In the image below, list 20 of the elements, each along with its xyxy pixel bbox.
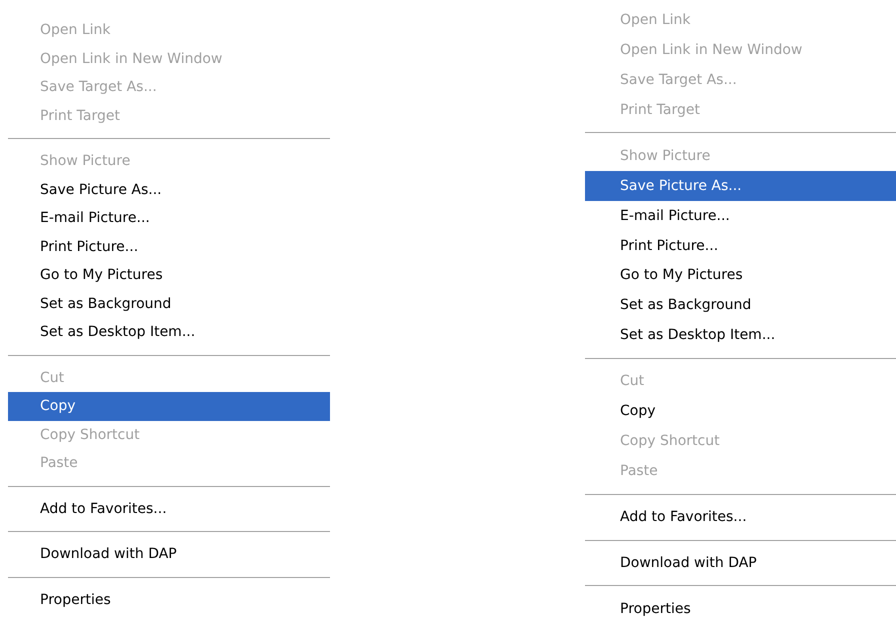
menu-item[interactable]: Set as Background	[585, 290, 896, 320]
menu-item[interactable]: Add to Favorites...	[8, 494, 330, 523]
menu-item[interactable]: Properties	[8, 586, 330, 614]
menu-item[interactable]: Set as Desktop Item...	[585, 320, 896, 350]
menu-item[interactable]: Set as Desktop Item...	[8, 318, 330, 346]
menu-item[interactable]: Go to My Pictures	[585, 260, 896, 290]
menu-item[interactable]: Properties	[585, 594, 896, 624]
menu-item[interactable]: E-mail Picture...	[8, 204, 330, 232]
menu-item[interactable]: Add to Favorites...	[585, 502, 896, 532]
menu-item[interactable]: E-mail Picture...	[585, 200, 896, 231]
menu-item[interactable]: Copy	[8, 392, 330, 420]
menu-item[interactable]: Set as Background	[8, 290, 330, 318]
menu-item[interactable]: Print Picture...	[8, 232, 330, 261]
menu-item[interactable]: Copy	[585, 396, 896, 426]
menu-item[interactable]: Print Picture...	[585, 230, 896, 260]
menu-item[interactable]: Go to My Pictures	[8, 261, 330, 290]
menu-item[interactable]: Save Picture As...	[585, 170, 896, 201]
menu-item[interactable]: Download with DAP	[8, 540, 330, 568]
menu-item[interactable]: Save Picture As...	[8, 176, 330, 204]
menu-item[interactable]: Download with DAP	[585, 548, 896, 578]
